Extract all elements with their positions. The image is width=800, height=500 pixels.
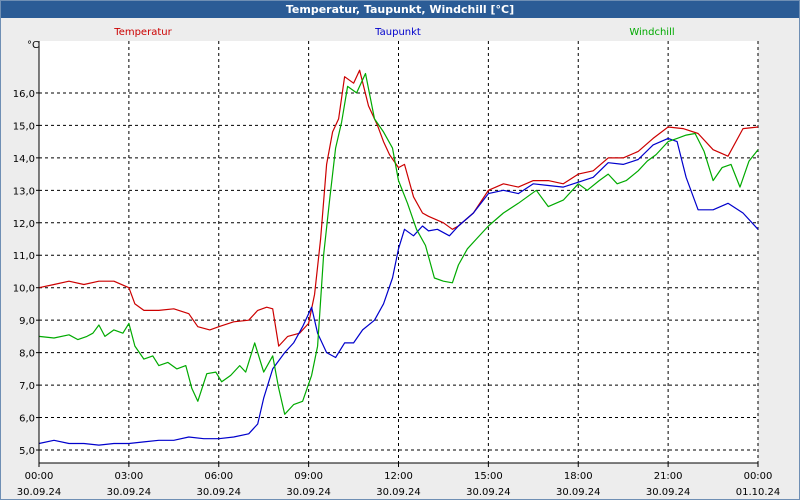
x-tick-date-label: 01.10.24 bbox=[736, 487, 781, 498]
x-tick-date-label: 30.09.24 bbox=[17, 487, 62, 498]
x-tick-date-label: 30.09.24 bbox=[286, 487, 331, 498]
y-tick-label: 5,0 bbox=[19, 446, 35, 457]
y-tick-label: 7,0 bbox=[19, 381, 35, 392]
y-tick-label: 6,0 bbox=[19, 414, 35, 425]
y-tick-label: 15,0 bbox=[13, 121, 35, 132]
legend-entry-windchill: Windchill bbox=[629, 27, 674, 38]
x-tick-time-label: 18:00 bbox=[564, 471, 593, 482]
legend: Temperatur Taupunkt Windchill bbox=[113, 27, 674, 38]
y-tick-label: 8,0 bbox=[19, 349, 35, 360]
x-tick-date-label: 30.09.24 bbox=[556, 487, 601, 498]
y-axis-ticks: 5,0 6,0 7,0 8,0 9,0 10,0 11,0 12,0 13,0 14,0 15,0 1… bbox=[13, 89, 39, 457]
y-tick-label: 13,0 bbox=[13, 186, 35, 197]
x-tick-time-label: 12:00 bbox=[384, 471, 413, 482]
x-tick-time-label: 21:00 bbox=[654, 471, 683, 482]
x-axis-ticks: 00:00 30.09.24 03:00 30.09.24 06:00 30.09.24 0… bbox=[17, 463, 781, 498]
chart-window: Temperatur, Taupunkt, Windchill [°C] 5,0… bbox=[0, 0, 800, 500]
x-tick-time-label: 15:00 bbox=[474, 471, 503, 482]
x-tick-time-label: 09:00 bbox=[294, 471, 323, 482]
x-tick-date-label: 30.09.24 bbox=[196, 487, 241, 498]
y-tick-label: 16,0 bbox=[13, 89, 35, 100]
x-tick-date-label: 30.09.24 bbox=[466, 487, 511, 498]
x-tick-time-label: 00:00 bbox=[25, 471, 54, 482]
y-tick-label: 11,0 bbox=[13, 251, 35, 262]
x-tick-date-label: 30.09.24 bbox=[646, 487, 691, 498]
legend-entry-taupunkt: Taupunkt bbox=[374, 27, 421, 38]
y-tick-label: 9,0 bbox=[19, 316, 35, 327]
x-tick-time-label: 03:00 bbox=[114, 471, 143, 482]
x-tick-time-label: 06:00 bbox=[204, 471, 233, 482]
y-axis-unit-label: °C bbox=[27, 40, 39, 51]
y-tick-label: 12,0 bbox=[13, 219, 35, 230]
line-chart: 5,0 6,0 7,0 8,0 9,0 10,0 11,0 12,0 13,0 14,0 15,0 1… bbox=[13, 27, 781, 498]
x-tick-date-label: 30.09.24 bbox=[376, 487, 421, 498]
y-tick-label: 14,0 bbox=[13, 154, 35, 165]
legend-entry-temperatur: Temperatur bbox=[113, 27, 172, 38]
x-tick-time-label: 00:00 bbox=[744, 471, 773, 482]
y-tick-label: 10,0 bbox=[13, 284, 35, 295]
x-tick-date-label: 30.09.24 bbox=[107, 487, 152, 498]
